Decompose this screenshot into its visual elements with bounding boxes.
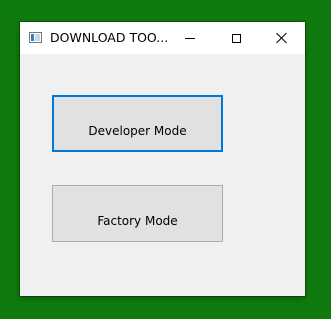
minimize-button[interactable] [167,22,213,54]
maximize-button[interactable] [213,22,259,54]
maximize-icon [231,33,241,43]
close-button[interactable] [259,22,305,54]
minimize-icon [185,37,195,39]
factory-mode-button[interactable]: Factory Mode [52,185,223,242]
developer-mode-button[interactable]: Developer Mode [52,95,223,152]
app-icon [29,32,42,43]
download-tool-window: DOWNLOAD TOO... Developer Mode Factory M… [20,22,305,296]
title-bar[interactable]: DOWNLOAD TOO... [20,22,305,54]
close-icon [276,32,288,44]
window-title: DOWNLOAD TOO... [50,30,169,45]
